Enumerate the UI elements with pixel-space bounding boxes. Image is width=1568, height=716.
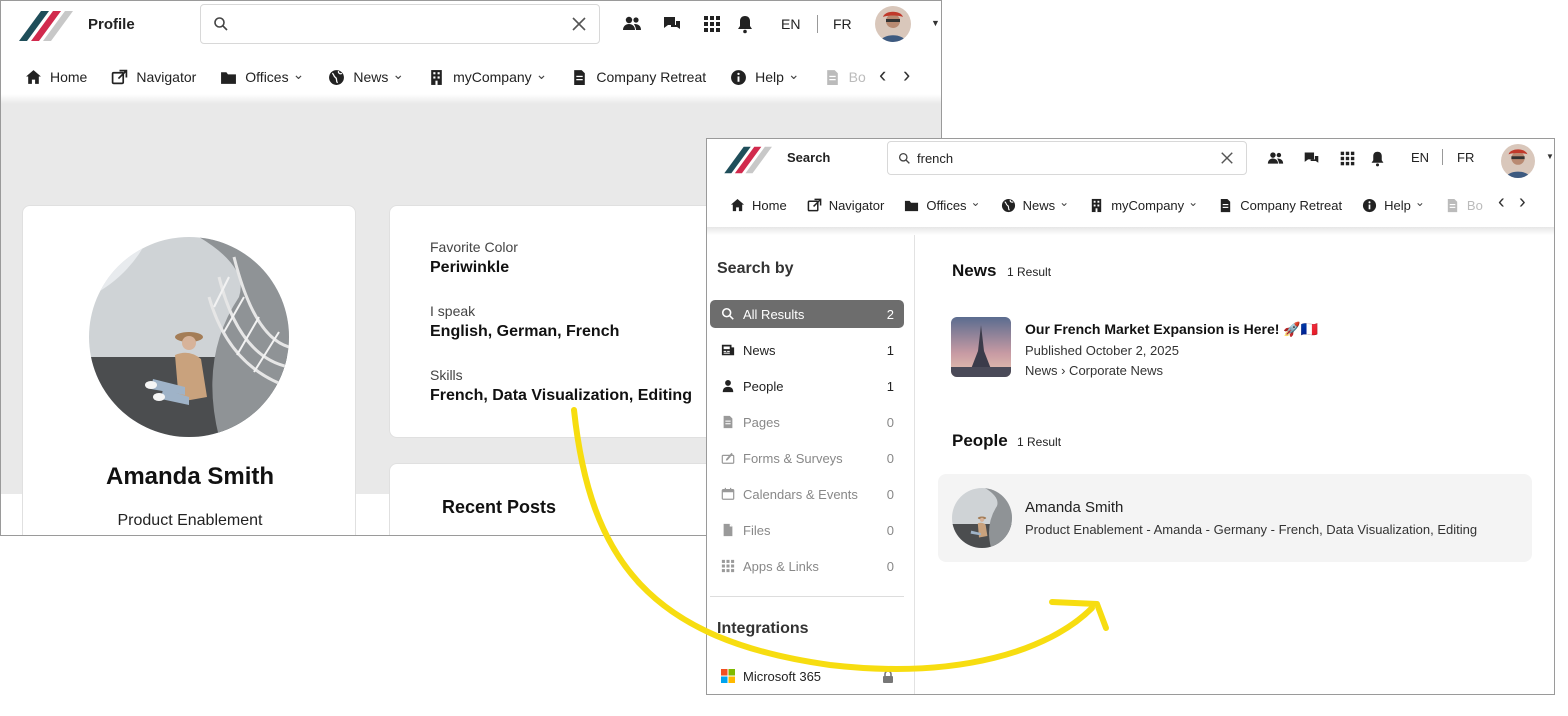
annotation-arrow [571, 407, 1109, 672]
